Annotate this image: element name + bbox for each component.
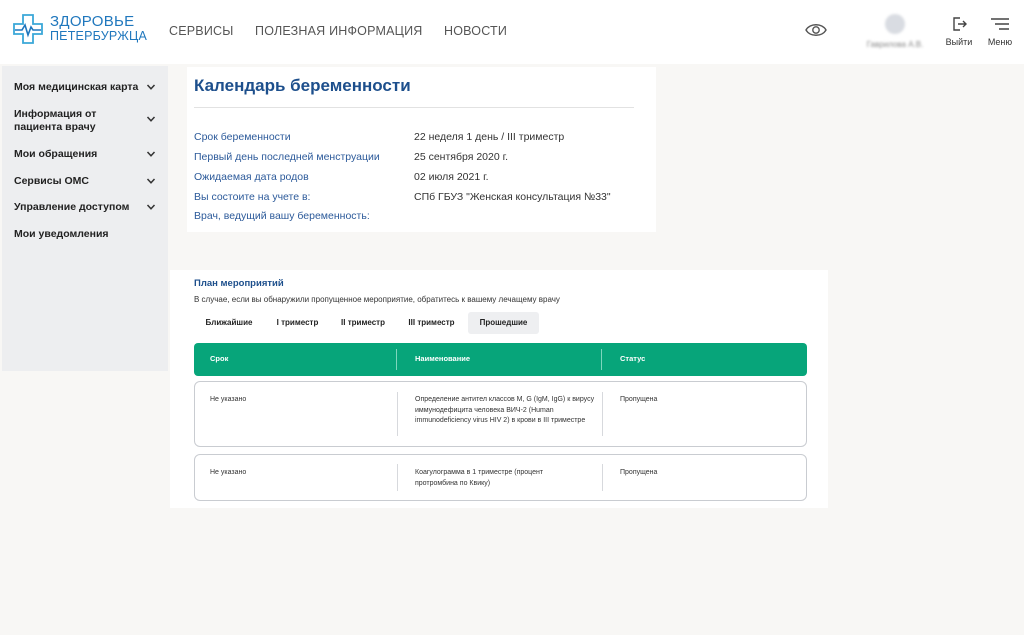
sidebar-item-label: Мои обращения xyxy=(14,148,98,160)
cell-name: Определение антител классов M, G (IgM, I… xyxy=(415,396,595,424)
column-divider xyxy=(602,464,603,491)
table-row[interactable]: Не указано Определение антител классов M… xyxy=(194,381,807,447)
sidebar-item-label: Информация от пациента врачу xyxy=(14,108,97,133)
cell-status: Пропущена xyxy=(620,396,658,403)
menu-label: Меню xyxy=(987,37,1013,47)
chevron-down-icon xyxy=(146,151,156,157)
events-plan-card: План мероприятий В случае, если вы обнар… xyxy=(170,270,828,508)
top-header: ЗДОРОВЬЕ ПЕТЕРБУРЖЦА СЕРВИСЫ ПОЛЕЗНАЯ ИН… xyxy=(0,0,1024,64)
logo-line2: ПЕТЕРБУРЖЦА xyxy=(50,29,148,43)
column-divider xyxy=(396,349,397,370)
nav-services[interactable]: СЕРВИСЫ xyxy=(169,24,234,38)
cell-name: Коагулограмма в 1 триместре (процент про… xyxy=(415,469,544,487)
logout-button[interactable]: Выйти xyxy=(942,16,976,47)
title-divider xyxy=(194,107,634,108)
column-divider xyxy=(397,464,398,491)
field-label-last-period: Первый день последней менструации xyxy=(194,151,380,163)
field-label-due-date: Ожидаемая дата родов xyxy=(194,171,309,183)
chevron-down-icon xyxy=(146,116,156,122)
sidebar-item-appeals[interactable]: Мои обращения xyxy=(14,148,162,161)
cell-term: Не указано xyxy=(210,396,247,403)
column-divider xyxy=(601,349,602,370)
sidebar-item-label: Управление доступом xyxy=(14,201,130,213)
field-value-term: 22 неделя 1 день / III триместр xyxy=(414,131,565,143)
sidebar-item-label: Сервисы ОМС xyxy=(14,175,89,187)
column-divider xyxy=(602,392,603,436)
nav-useful-info[interactable]: ПОЛЕЗНАЯ ИНФОРМАЦИЯ xyxy=(255,24,423,38)
sidebar: Моя медицинская карта Информация от паци… xyxy=(2,66,168,371)
tab-upcoming[interactable]: Ближайшие xyxy=(194,312,264,334)
avatar xyxy=(885,14,905,34)
sidebar-item-notifications[interactable]: Мои уведомления xyxy=(14,228,162,241)
sidebar-item-label: Моя медицинская карта xyxy=(14,81,139,93)
chevron-down-icon xyxy=(146,84,156,90)
plan-title: План мероприятий xyxy=(194,278,284,289)
column-header-status: Статус xyxy=(620,354,646,363)
field-label-term: Срок беременности xyxy=(194,131,291,143)
column-header-name: Наименование xyxy=(415,354,471,363)
logout-icon xyxy=(953,17,967,31)
field-value-due-date: 02 июля 2021 г. xyxy=(414,171,489,183)
logout-label: Выйти xyxy=(945,37,973,47)
eye-icon[interactable] xyxy=(805,22,827,38)
column-divider xyxy=(397,392,398,436)
chevron-down-icon xyxy=(146,204,156,210)
tab-trimester-3[interactable]: III триместр xyxy=(395,312,468,334)
field-value-registered-at: СПб ГБУЗ "Женская консультация №33" xyxy=(414,191,611,203)
sidebar-item-oms-services[interactable]: Сервисы ОМС xyxy=(14,175,162,188)
sidebar-item-patient-info[interactable]: Информация от пациента врачу xyxy=(14,108,156,134)
chevron-down-icon xyxy=(146,178,156,184)
tab-past[interactable]: Прошедшие xyxy=(468,312,539,334)
cell-status: Пропущена xyxy=(620,469,658,476)
field-label-registered-at: Вы состоите на учете в: xyxy=(194,191,311,203)
user-name: Гаврилова А.В. xyxy=(866,40,924,49)
sidebar-item-label: Мои уведомления xyxy=(14,228,109,240)
page-title: Календарь беременности xyxy=(194,76,411,95)
menu-button[interactable]: Меню xyxy=(983,16,1017,47)
tab-trimester-2[interactable]: II триместр xyxy=(331,312,395,334)
user-profile[interactable]: Гаврилова А.В. xyxy=(860,14,930,54)
site-logo[interactable]: ЗДОРОВЬЕ ПЕТЕРБУРЖЦА xyxy=(12,13,147,47)
cell-term: Не указано xyxy=(210,469,247,476)
logo-cross-icon xyxy=(13,14,43,44)
sidebar-item-medical-card[interactable]: Моя медицинская карта xyxy=(14,81,162,94)
field-value-last-period: 25 сентября 2020 г. xyxy=(414,151,509,163)
main-nav: СЕРВИСЫ ПОЛЕЗНАЯ ИНФОРМАЦИЯ НОВОСТИ xyxy=(169,24,525,38)
hamburger-icon xyxy=(991,18,1009,30)
tab-trimester-1[interactable]: I триместр xyxy=(264,312,331,334)
column-header-term: Срок xyxy=(210,354,229,363)
sidebar-item-access-management[interactable]: Управление доступом xyxy=(14,201,162,214)
field-label-doctor: Врач, ведущий вашу беременность: xyxy=(194,210,370,222)
table-row[interactable]: Не указано Коагулограмма в 1 триместре (… xyxy=(194,454,807,501)
nav-news[interactable]: НОВОСТИ xyxy=(444,24,507,38)
plan-note: В случае, если вы обнаружили пропущенное… xyxy=(194,295,560,304)
pregnancy-calendar-card: Календарь беременности Срок беременности… xyxy=(187,67,656,232)
table-header: Срок Наименование Статус xyxy=(194,343,807,376)
logo-line1: ЗДОРОВЬЕ xyxy=(50,13,135,30)
